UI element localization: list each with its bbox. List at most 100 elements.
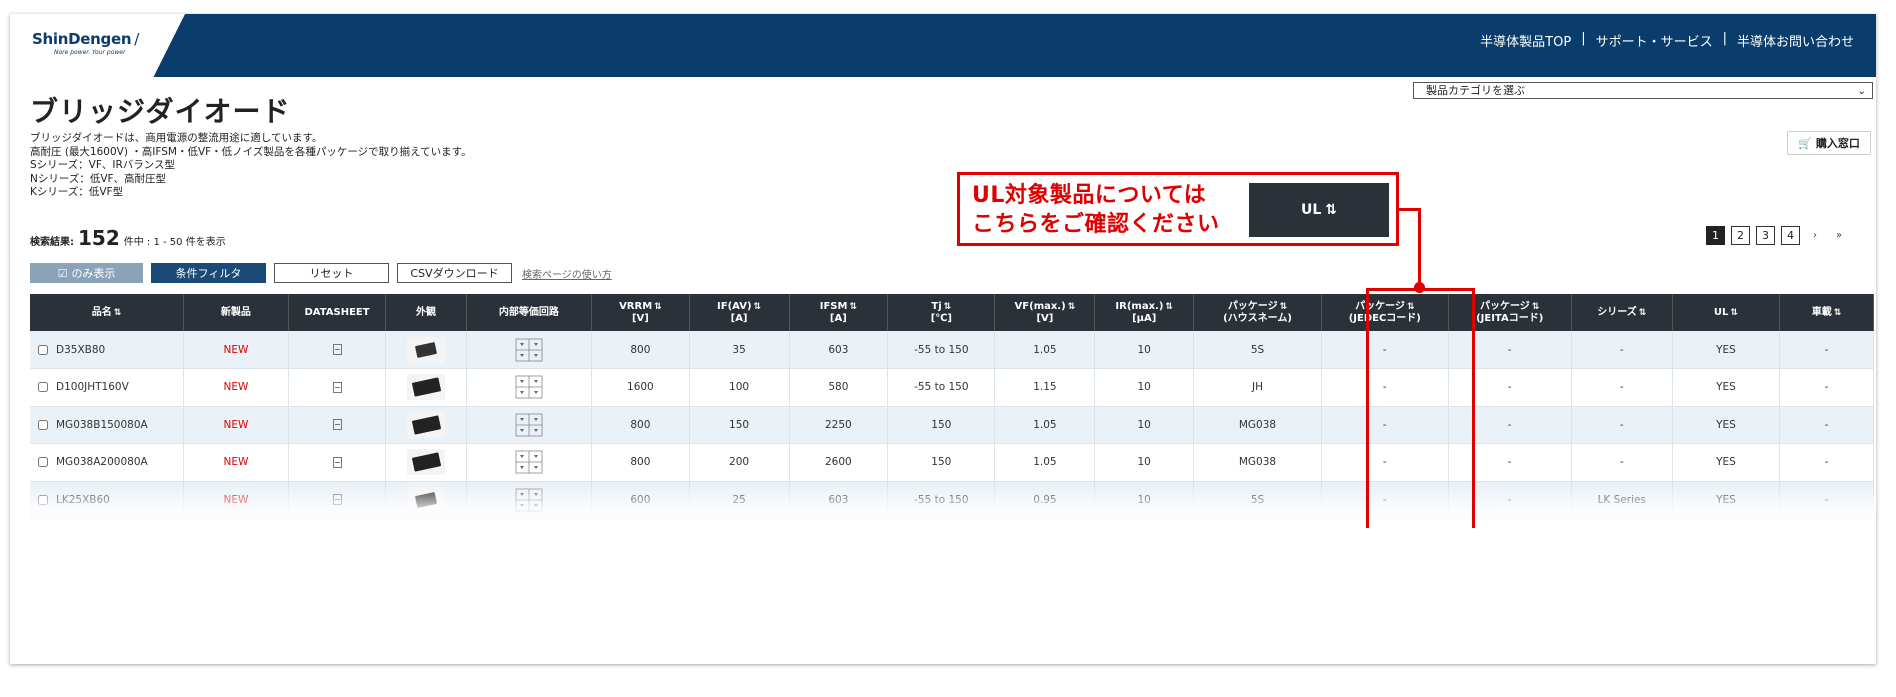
col-circuit: 内部等価回路 (466, 294, 593, 331)
sort-icon: ⇅ (1325, 202, 1338, 218)
nav-support-service[interactable]: サポート・サービス (1596, 31, 1713, 50)
col-ifsm[interactable]: IFSM ⇅ [A] (789, 294, 889, 331)
nav-contact[interactable]: 半導体お問い合わせ (1737, 31, 1854, 50)
logo-area[interactable]: ShinDengen / Nore power. Your power (10, 14, 185, 77)
page-1-button[interactable]: 1 (1706, 226, 1725, 245)
cell-ifsm: 2250 (789, 406, 889, 444)
description-line: Nシリーズ：低VF、高耐圧型 (30, 172, 167, 185)
show-checked-only-button[interactable]: ☑ のみ表示 (30, 263, 143, 283)
result-suffix: 件中 : 1 - 50 件を表示 (123, 237, 226, 248)
cell-vf: 1.05 (994, 406, 1096, 444)
cell-ul: YES (1672, 443, 1781, 482)
page: ShinDengen / Nore power. Your power 半導体製品… (10, 14, 1876, 664)
description-line: ブリッジダイオードは、商用電源の整流用途に適しています。 (30, 132, 323, 144)
table-row[interactable]: D100JHT160V NEW 1600 100 580 -55 to 150 1.15 10… (30, 368, 1874, 407)
page-3-button[interactable]: 3 (1756, 226, 1775, 245)
cell-new: NEW (183, 368, 289, 407)
page-title: ブリッジダイオード (30, 95, 291, 128)
annotation-connector (1399, 208, 1420, 211)
product-image (406, 374, 445, 401)
col-tj[interactable]: Tj ⇅ [℃] (887, 294, 996, 331)
sort-icon: ⇅ (1165, 301, 1173, 312)
cell-ul: YES (1672, 331, 1781, 369)
action-buttons: ☑ のみ表示 条件フィルタ リセット CSVダウンロード 検索ページの使い方 (30, 263, 612, 283)
col-automotive[interactable]: 車載 ⇅ (1779, 294, 1874, 331)
filter-button[interactable]: 条件フィルタ (151, 263, 266, 283)
reset-button[interactable]: リセット (274, 263, 389, 283)
next-page-button[interactable]: › (1806, 230, 1824, 241)
pdf-icon[interactable] (332, 456, 342, 468)
cell-ifsm: 2600 (789, 443, 889, 482)
col-package-house[interactable]: パッケージ ⇅ (ハウスネーム) (1193, 294, 1322, 331)
row-checkbox[interactable] (38, 344, 48, 355)
checkbox-icon: ☑ (57, 266, 68, 280)
logo-tagline: Nore power. Your power (54, 49, 126, 56)
col-ul[interactable]: UL ⇅ (1672, 294, 1781, 331)
cell-if: 150 (689, 406, 790, 444)
annotation-text: UL対象製品については こちらをご確認ください (972, 181, 1220, 239)
cell-new: NEW (183, 331, 289, 369)
annotation-line: こちらをご確認ください (972, 212, 1220, 237)
cell-tj: -55 to 150 (887, 368, 996, 407)
category-select[interactable]: 製品カテゴリを選ぶ ⌄ (1413, 82, 1873, 99)
page-4-button[interactable]: 4 (1781, 226, 1800, 245)
search-help-link[interactable]: 検索ページの使い方 (522, 266, 612, 281)
cell-ir: 10 (1094, 443, 1195, 482)
cell-ir: 10 (1094, 406, 1195, 444)
sort-icon: ⇅ (1638, 307, 1647, 318)
cell-name[interactable]: MG038B150080A (30, 406, 185, 444)
cell-package: JH (1193, 368, 1322, 407)
logo[interactable]: ShinDengen / (32, 30, 139, 48)
cell-vf: 1.05 (994, 331, 1096, 369)
cell-tj: 150 (887, 443, 996, 482)
col-vrrm[interactable]: VRRM ⇅ [V] (591, 294, 690, 331)
col-series[interactable]: シリーズ ⇅ (1571, 294, 1673, 331)
cell-datasheet[interactable] (288, 368, 387, 407)
table-row[interactable]: D35XB80 NEW 800 35 603 -55 to 150 1.05 10 5S - - - Y… (30, 331, 1874, 369)
cell-ul: YES (1672, 368, 1781, 407)
cell-circuit (466, 368, 593, 407)
sort-icon: ⇅ (654, 301, 662, 312)
last-page-button[interactable]: » (1830, 230, 1848, 241)
cell-tj: -55 to 150 (887, 331, 996, 369)
col-if[interactable]: IF(AV) ⇅ [A] (689, 294, 790, 331)
cell-datasheet[interactable] (288, 406, 387, 444)
row-checkbox[interactable] (38, 457, 48, 468)
cell-datasheet[interactable] (288, 331, 387, 369)
buy-button[interactable]: 🛒 購入窓口 (1787, 131, 1871, 155)
ul-sort-button[interactable]: UL ⇅ (1249, 183, 1389, 237)
chevron-down-icon: ⌄ (1857, 86, 1866, 97)
nav-semiconductor-top[interactable]: 半導体製品TOP (1480, 31, 1571, 50)
col-name[interactable]: 品名 ⇅ (30, 294, 185, 331)
page-2-button[interactable]: 2 (1731, 226, 1750, 245)
col-datasheet: DATASHEET (288, 294, 387, 331)
cell-automotive: - (1779, 331, 1874, 369)
table-row[interactable]: MG038B150080A NEW 800 150 2250 150 1.05 10 MG038… (30, 406, 1874, 444)
cell-vrrm: 1600 (591, 368, 690, 407)
col-vf[interactable]: VF(max.) ⇅ [V] (994, 294, 1096, 331)
pdf-icon[interactable] (332, 419, 342, 431)
sort-icon: ⇅ (943, 301, 952, 312)
cell-package: MG038 (1193, 443, 1322, 482)
cell-name[interactable]: D35XB80 (30, 331, 185, 369)
cell-name[interactable]: D100JHT160V (30, 368, 185, 407)
pdf-icon[interactable] (332, 344, 342, 355)
row-checkbox[interactable] (38, 419, 48, 430)
sort-icon: ⇅ (849, 301, 857, 312)
col-ir[interactable]: IR(max.) ⇅ [μA] (1094, 294, 1195, 331)
row-checkbox[interactable] (38, 382, 48, 393)
circuit-diagram (515, 450, 543, 474)
product-image (406, 449, 445, 476)
cell-ul: YES (1672, 406, 1781, 444)
cell-name[interactable]: MG038A200080A (30, 443, 185, 482)
csv-download-button[interactable]: CSVダウンロード (397, 263, 512, 283)
cell-circuit (466, 331, 593, 369)
table-row[interactable]: MG038A200080A NEW 800 200 2600 150 1.05 10 MG038… (30, 443, 1874, 482)
show-checked-only-label: のみ表示 (71, 267, 116, 280)
table-header-row: 品名 ⇅ 新製品 DATASHEET 外観 内部等価回路 VRRM ⇅ [V] IF(… (30, 294, 1874, 331)
cell-datasheet[interactable] (288, 443, 387, 482)
cell-automotive: - (1779, 443, 1874, 482)
sort-icon: ⇅ (753, 301, 762, 312)
pdf-icon[interactable] (332, 381, 342, 393)
search-result-summary: 検索結果: 152 件中 : 1 - 50 件を表示 (30, 226, 226, 250)
